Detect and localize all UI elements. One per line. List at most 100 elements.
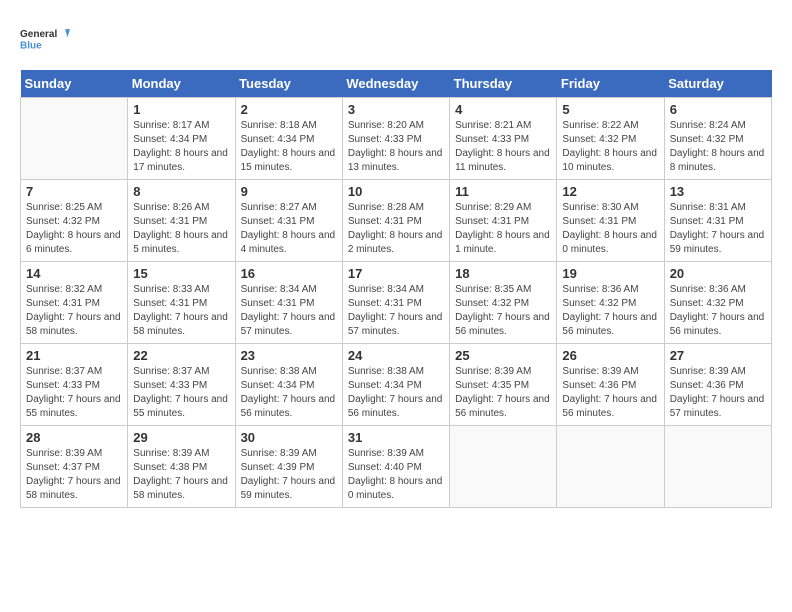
- calendar-table: SundayMondayTuesdayWednesdayThursdayFrid…: [20, 70, 772, 508]
- calendar-cell: 25 Sunrise: 8:39 AMSunset: 4:35 PMDayligh…: [450, 344, 557, 426]
- calendar-cell: 7Sunrise: 8:25 AMSunset: 4:32 PMDaylight…: [21, 180, 128, 262]
- day-info: Sunrise: 8:35 AMSunset: 4:32 PMDaylight:…: [455, 283, 551, 339]
- day-number: 15: [133, 266, 229, 281]
- day-number: 14: [26, 266, 122, 281]
- day-number: 7: [26, 184, 122, 199]
- calendar-cell: [557, 426, 664, 508]
- calendar-cell: 29 Sunrise: 8:39 AMSunset: 4:38 PMDayligh…: [128, 426, 235, 508]
- day-info: Sunrise: 8:39 AMSunset: 4:40 PMDaylight:…: [348, 447, 444, 503]
- day-number: 31: [348, 430, 444, 445]
- calendar-cell: [21, 98, 128, 180]
- weekday-header: Friday: [557, 70, 664, 98]
- day-number: 12: [562, 184, 658, 199]
- day-info: Sunrise: 8:31 AMSunset: 4:31 PMDaylight:…: [670, 201, 766, 257]
- calendar-cell: 22Sunrise: 8:37 AMSunset: 4:33 PMDayligh…: [128, 344, 235, 426]
- weekday-header: Thursday: [450, 70, 557, 98]
- calendar-cell: [664, 426, 771, 508]
- svg-text:General: General: [20, 29, 57, 40]
- day-number: 29: [133, 430, 229, 445]
- day-number: 8: [133, 184, 229, 199]
- calendar-cell: 12 Sunrise: 8:30 AMSunset: 4:31 PMDayligh…: [557, 180, 664, 262]
- svg-text:Blue: Blue: [20, 40, 42, 51]
- day-number: 17: [348, 266, 444, 281]
- calendar-cell: 18Sunrise: 8:35 AMSunset: 4:32 PMDayligh…: [450, 262, 557, 344]
- day-number: 25: [455, 348, 551, 363]
- day-number: 10: [348, 184, 444, 199]
- calendar-cell: 26Sunrise: 8:39 AMSunset: 4:36 PMDayligh…: [557, 344, 664, 426]
- calendar-cell: 16Sunrise: 8:34 AMSunset: 4:31 PMDayligh…: [235, 262, 342, 344]
- calendar-week-row: 21 Sunrise: 8:37 AMSunset: 4:33 PMDayligh…: [21, 344, 772, 426]
- day-info: Sunrise: 8:27 AMSunset: 4:31 PMDaylight:…: [241, 201, 337, 257]
- day-number: 11: [455, 184, 551, 199]
- day-info: Sunrise: 8:22 AMSunset: 4:32 PMDaylight:…: [562, 119, 658, 175]
- calendar-cell: 15 Sunrise: 8:33 AMSunset: 4:31 PMDayligh…: [128, 262, 235, 344]
- calendar-cell: [450, 426, 557, 508]
- day-info: Sunrise: 8:34 AMSunset: 4:31 PMDaylight:…: [348, 283, 444, 339]
- weekday-header-row: SundayMondayTuesdayWednesdayThursdayFrid…: [21, 70, 772, 98]
- day-number: 9: [241, 184, 337, 199]
- day-info: Sunrise: 8:26 AMSunset: 4:31 PMDaylight:…: [133, 201, 229, 257]
- day-number: 27: [670, 348, 766, 363]
- day-number: 3: [348, 102, 444, 117]
- calendar-cell: 9 Sunrise: 8:27 AMSunset: 4:31 PMDaylight…: [235, 180, 342, 262]
- calendar-cell: 14Sunrise: 8:32 AMSunset: 4:31 PMDayligh…: [21, 262, 128, 344]
- day-info: Sunrise: 8:39 AMSunset: 4:38 PMDaylight:…: [133, 447, 229, 503]
- calendar-cell: 11 Sunrise: 8:29 AMSunset: 4:31 PMDayligh…: [450, 180, 557, 262]
- day-number: 5: [562, 102, 658, 117]
- day-number: 13: [670, 184, 766, 199]
- day-number: 21: [26, 348, 122, 363]
- calendar-cell: 24 Sunrise: 8:38 AMSunset: 4:34 PMDayligh…: [342, 344, 449, 426]
- day-info: Sunrise: 8:39 AMSunset: 4:39 PMDaylight:…: [241, 447, 337, 503]
- calendar-cell: 6Sunrise: 8:24 AMSunset: 4:32 PMDaylight…: [664, 98, 771, 180]
- calendar-cell: 31 Sunrise: 8:39 AMSunset: 4:40 PMDayligh…: [342, 426, 449, 508]
- calendar-cell: 4 Sunrise: 8:21 AMSunset: 4:33 PMDaylight…: [450, 98, 557, 180]
- calendar-cell: 23 Sunrise: 8:38 AMSunset: 4:34 PMDayligh…: [235, 344, 342, 426]
- day-info: Sunrise: 8:37 AMSunset: 4:33 PMDaylight:…: [133, 365, 229, 421]
- day-info: Sunrise: 8:39 AMSunset: 4:35 PMDaylight:…: [455, 365, 551, 421]
- day-info: Sunrise: 8:18 AMSunset: 4:34 PMDaylight:…: [241, 119, 337, 175]
- calendar-cell: 8 Sunrise: 8:26 AMSunset: 4:31 PMDaylight…: [128, 180, 235, 262]
- day-info: Sunrise: 8:20 AMSunset: 4:33 PMDaylight:…: [348, 119, 444, 175]
- calendar-cell: 21 Sunrise: 8:37 AMSunset: 4:33 PMDayligh…: [21, 344, 128, 426]
- day-info: Sunrise: 8:39 AMSunset: 4:37 PMDaylight:…: [26, 447, 122, 503]
- day-info: Sunrise: 8:29 AMSunset: 4:31 PMDaylight:…: [455, 201, 551, 257]
- page-header: General Blue: [20, 20, 772, 60]
- day-info: Sunrise: 8:37 AMSunset: 4:33 PMDaylight:…: [26, 365, 122, 421]
- day-info: Sunrise: 8:36 AMSunset: 4:32 PMDaylight:…: [670, 283, 766, 339]
- day-info: Sunrise: 8:39 AMSunset: 4:36 PMDaylight:…: [562, 365, 658, 421]
- day-number: 30: [241, 430, 337, 445]
- weekday-header: Sunday: [21, 70, 128, 98]
- day-info: Sunrise: 8:38 AMSunset: 4:34 PMDaylight:…: [348, 365, 444, 421]
- calendar-week-row: 28 Sunrise: 8:39 AMSunset: 4:37 PMDayligh…: [21, 426, 772, 508]
- calendar-cell: 17 Sunrise: 8:34 AMSunset: 4:31 PMDayligh…: [342, 262, 449, 344]
- day-info: Sunrise: 8:39 AMSunset: 4:36 PMDaylight:…: [670, 365, 766, 421]
- day-info: Sunrise: 8:30 AMSunset: 4:31 PMDaylight:…: [562, 201, 658, 257]
- day-info: Sunrise: 8:21 AMSunset: 4:33 PMDaylight:…: [455, 119, 551, 175]
- day-number: 20: [670, 266, 766, 281]
- weekday-header: Wednesday: [342, 70, 449, 98]
- day-info: Sunrise: 8:17 AMSunset: 4:34 PMDaylight:…: [133, 119, 229, 175]
- day-info: Sunrise: 8:33 AMSunset: 4:31 PMDaylight:…: [133, 283, 229, 339]
- weekday-header: Tuesday: [235, 70, 342, 98]
- calendar-week-row: 1 Sunrise: 8:17 AMSunset: 4:34 PMDaylight…: [21, 98, 772, 180]
- calendar-cell: 30 Sunrise: 8:39 AMSunset: 4:39 PMDayligh…: [235, 426, 342, 508]
- calendar-cell: 19Sunrise: 8:36 AMSunset: 4:32 PMDayligh…: [557, 262, 664, 344]
- weekday-header: Monday: [128, 70, 235, 98]
- day-number: 1: [133, 102, 229, 117]
- calendar-cell: 5 Sunrise: 8:22 AMSunset: 4:32 PMDaylight…: [557, 98, 664, 180]
- calendar-cell: 2Sunrise: 8:18 AMSunset: 4:34 PMDaylight…: [235, 98, 342, 180]
- day-number: 4: [455, 102, 551, 117]
- calendar-week-row: 7Sunrise: 8:25 AMSunset: 4:32 PMDaylight…: [21, 180, 772, 262]
- logo-svg: General Blue: [20, 20, 70, 60]
- weekday-header: Saturday: [664, 70, 771, 98]
- day-number: 16: [241, 266, 337, 281]
- day-number: 23: [241, 348, 337, 363]
- logo: General Blue: [20, 20, 70, 60]
- calendar-cell: 27 Sunrise: 8:39 AMSunset: 4:36 PMDayligh…: [664, 344, 771, 426]
- day-info: Sunrise: 8:28 AMSunset: 4:31 PMDaylight:…: [348, 201, 444, 257]
- day-number: 28: [26, 430, 122, 445]
- day-info: Sunrise: 8:38 AMSunset: 4:34 PMDaylight:…: [241, 365, 337, 421]
- calendar-cell: 13 Sunrise: 8:31 AMSunset: 4:31 PMDayligh…: [664, 180, 771, 262]
- day-info: Sunrise: 8:24 AMSunset: 4:32 PMDaylight:…: [670, 119, 766, 175]
- day-number: 24: [348, 348, 444, 363]
